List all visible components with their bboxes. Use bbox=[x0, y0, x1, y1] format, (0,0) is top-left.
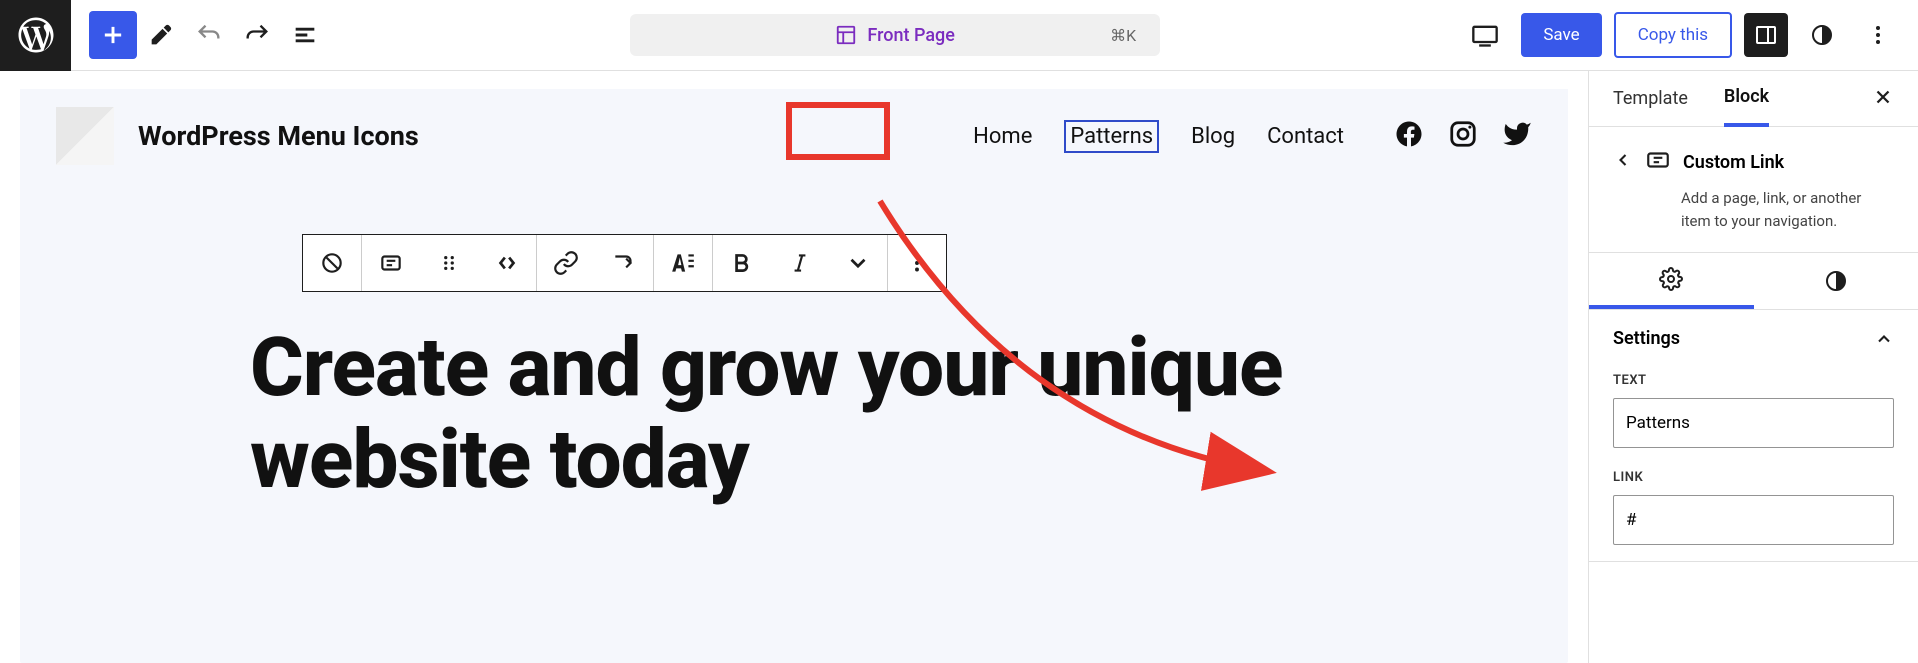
panel-title: Settings bbox=[1613, 328, 1680, 349]
settings-sidebar: Template Block Custom Link Add a page, l… bbox=[1588, 71, 1918, 663]
styles-subtab[interactable] bbox=[1754, 253, 1918, 309]
parent-block-button[interactable] bbox=[362, 235, 420, 291]
block-type-button[interactable] bbox=[303, 235, 361, 291]
text-field-label: TEXT bbox=[1613, 373, 1894, 388]
tab-block[interactable]: Block bbox=[1724, 70, 1769, 127]
text-input[interactable] bbox=[1613, 398, 1894, 448]
settings-sidebar-toggle[interactable] bbox=[1744, 13, 1788, 57]
text-formatting-button[interactable] bbox=[654, 235, 712, 291]
top-toolbar: Front Page ⌘K Save Copy this bbox=[0, 0, 1918, 71]
instagram-icon[interactable] bbox=[1448, 119, 1478, 153]
bold-button[interactable] bbox=[713, 235, 771, 291]
navigation-menu: Home Patterns Blog Contact bbox=[973, 119, 1532, 153]
options-menu-button[interactable] bbox=[1856, 13, 1900, 57]
gear-icon bbox=[1659, 267, 1683, 291]
italic-button[interactable] bbox=[771, 235, 829, 291]
hero-section[interactable]: Create and grow your unique website toda… bbox=[20, 183, 1568, 507]
drag-handle-button[interactable] bbox=[420, 235, 478, 291]
layout-icon bbox=[835, 24, 857, 46]
hero-heading[interactable]: Create and grow your unique website toda… bbox=[250, 323, 1338, 507]
block-options-button[interactable] bbox=[888, 235, 946, 291]
facebook-icon[interactable] bbox=[1394, 119, 1424, 153]
site-header: WordPress Menu Icons Home Patterns Blog … bbox=[20, 89, 1568, 183]
link-input[interactable] bbox=[1613, 495, 1894, 545]
tab-template[interactable]: Template bbox=[1613, 72, 1688, 125]
settings-panel-toggle[interactable]: Settings bbox=[1589, 310, 1918, 367]
wordpress-logo[interactable] bbox=[0, 0, 71, 71]
keyboard-shortcut: ⌘K bbox=[1110, 26, 1136, 45]
nav-item-home[interactable]: Home bbox=[973, 124, 1032, 149]
site-logo-placeholder[interactable] bbox=[56, 107, 114, 165]
view-button[interactable] bbox=[1461, 11, 1509, 59]
settings-subtab[interactable] bbox=[1589, 253, 1754, 309]
document-title-button[interactable]: Front Page ⌘K bbox=[630, 14, 1160, 56]
add-block-button[interactable] bbox=[89, 11, 137, 59]
nav-item-patterns[interactable]: Patterns bbox=[1064, 120, 1159, 153]
link-field-label: LINK bbox=[1613, 470, 1894, 485]
link-button[interactable] bbox=[537, 235, 595, 291]
close-sidebar-button[interactable] bbox=[1872, 86, 1894, 112]
undo-button[interactable] bbox=[185, 11, 233, 59]
nav-item-blog[interactable]: Blog bbox=[1191, 124, 1235, 149]
save-button[interactable]: Save bbox=[1521, 13, 1601, 57]
chevron-up-icon bbox=[1874, 329, 1894, 349]
nav-item-contact[interactable]: Contact bbox=[1267, 124, 1344, 149]
move-button[interactable] bbox=[478, 235, 536, 291]
block-description: Add a page, link, or another item to you… bbox=[1681, 187, 1894, 232]
document-title: Front Page bbox=[867, 25, 954, 46]
redo-button[interactable] bbox=[233, 11, 281, 59]
site-title[interactable]: WordPress Menu Icons bbox=[138, 120, 419, 152]
block-name: Custom Link bbox=[1683, 152, 1784, 173]
styles-button[interactable] bbox=[1800, 13, 1844, 57]
submenu-button[interactable] bbox=[595, 235, 653, 291]
contrast-icon bbox=[1824, 269, 1848, 293]
list-view-button[interactable] bbox=[281, 11, 329, 59]
copy-button[interactable]: Copy this bbox=[1614, 12, 1732, 58]
back-icon[interactable] bbox=[1613, 150, 1633, 174]
edit-tool-button[interactable] bbox=[137, 11, 185, 59]
more-formatting-button[interactable] bbox=[829, 235, 887, 291]
block-toolbar bbox=[302, 234, 947, 292]
editor-canvas-area: WordPress Menu Icons Home Patterns Blog … bbox=[0, 71, 1588, 663]
twitter-icon[interactable] bbox=[1502, 119, 1532, 153]
custom-link-icon bbox=[1645, 147, 1671, 177]
